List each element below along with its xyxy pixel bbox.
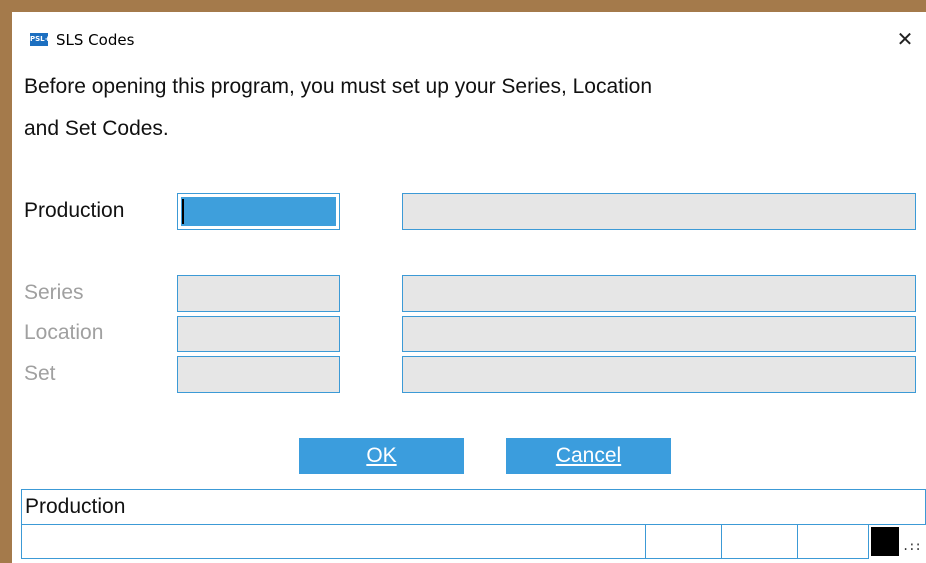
set-description-field[interactable] (402, 356, 916, 393)
set-code-field[interactable] (177, 356, 340, 393)
production-label: Production (24, 199, 125, 222)
status-indicator (871, 527, 899, 556)
location-label: Location (24, 321, 104, 344)
status-cell-1 (645, 524, 722, 559)
status-cell-main (21, 524, 646, 559)
set-label: Set (24, 362, 56, 385)
production-description-field[interactable] (402, 193, 916, 230)
series-description-field[interactable] (402, 275, 916, 312)
location-description-field[interactable] (402, 316, 916, 352)
app-icon: PSL+ (30, 33, 51, 46)
cancel-button[interactable]: Cancel (506, 438, 671, 474)
status-bar: Production (21, 489, 926, 525)
production-code-field[interactable] (177, 193, 340, 230)
series-label: Series (24, 281, 84, 304)
series-code-field[interactable] (177, 275, 340, 312)
title-bar[interactable]: PSL+ SLS Codes ✕ (12, 12, 926, 52)
message-line-2: and Set Codes. (24, 117, 169, 140)
text-caret (182, 199, 184, 224)
ok-button[interactable]: OK (299, 438, 464, 474)
window-title: SLS Codes (56, 31, 135, 49)
dialog-window: PSL+ SLS Codes ✕ Before opening this pro… (12, 12, 926, 563)
status-text: Production (25, 495, 126, 518)
close-icon[interactable]: ✕ (888, 26, 922, 52)
status-cell-3 (797, 524, 869, 559)
resize-grip-icon[interactable]: .:: (902, 539, 922, 553)
production-code-selection (181, 197, 336, 226)
status-cell-2 (721, 524, 798, 559)
location-code-field[interactable] (177, 316, 340, 352)
message-line-1: Before opening this program, you must se… (24, 75, 653, 98)
